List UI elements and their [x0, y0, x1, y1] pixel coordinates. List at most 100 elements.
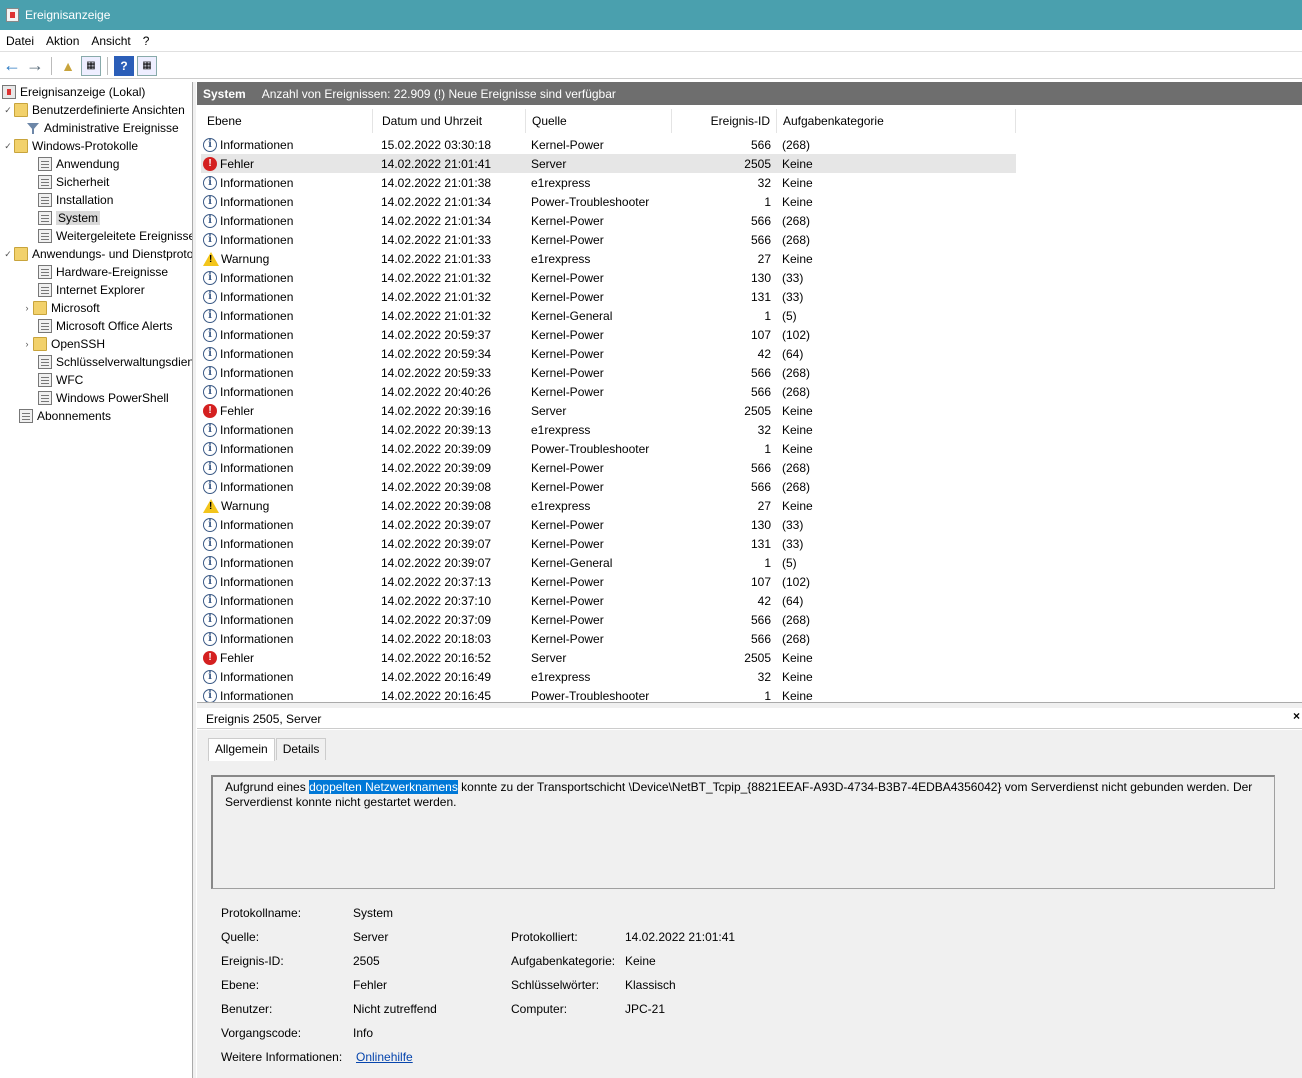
column-header-category[interactable]: Aufgabenkategorie [777, 109, 1016, 133]
back-arrow-icon[interactable]: ← [2, 55, 22, 76]
column-header-date[interactable]: Datum und Uhrzeit [376, 109, 526, 133]
tree-item-application[interactable]: Anwendung [38, 155, 119, 173]
forward-arrow-icon[interactable]: → [25, 55, 45, 76]
cell-level: i Informationen [203, 439, 373, 458]
cell-level: i Informationen [203, 135, 373, 154]
tree-item-admin-events[interactable]: Administrative Ereignisse [26, 119, 179, 137]
main-content: System Anzahl von Ereignissen: 22.909 (!… [197, 82, 1302, 1078]
table-row[interactable]: i Informationen 14.02.2022 20:39:07 Kernel-… [201, 515, 1016, 534]
table-row[interactable]: i Informationen 14.02.2022 21:01:32 Kernel-… [201, 268, 1016, 287]
table-row[interactable]: i Informationen 15.02.2022 03:30:18 Kernel-… [201, 135, 1016, 154]
menu-aktion[interactable]: Aktion [40, 34, 85, 48]
table-row[interactable]: i Informationen 14.02.2022 20:16:49 e1rexpr… [201, 667, 1016, 686]
tree-item-forwarded[interactable]: Weitergeleitete Ereignisse [38, 227, 192, 245]
folder-icon [33, 337, 47, 351]
help-icon[interactable]: ? [114, 55, 134, 76]
close-icon[interactable]: × [1293, 709, 1300, 723]
horizontal-splitter[interactable] [197, 702, 1302, 708]
table-row[interactable]: i Informationen 14.02.2022 20:59:34 Kernel-… [201, 344, 1016, 363]
table-row[interactable]: i Informationen 14.02.2022 21:01:33 Kernel-… [201, 230, 1016, 249]
table-row[interactable]: i Informationen 14.02.2022 21:01:34 Kernel-… [201, 211, 1016, 230]
cell-category: Keine [782, 251, 813, 266]
column-header-source[interactable]: Quelle [526, 109, 672, 133]
cell-date: 14.02.2022 20:16:52 [381, 650, 492, 665]
table-row[interactable]: ! Fehler 14.02.2022 20:16:52 Server 2505 Kein… [201, 648, 1016, 667]
table-row[interactable]: Warnung 14.02.2022 20:39:08 e1rexpress 27 Ke… [201, 496, 1016, 515]
tree-item-setup[interactable]: Installation [38, 191, 113, 209]
cell-category: Keine [782, 403, 813, 418]
tab-general[interactable]: Allgemein [208, 738, 275, 761]
table-row[interactable]: i Informationen 14.02.2022 20:40:26 Kernel-… [201, 382, 1016, 401]
column-header-event-id[interactable]: Ereignis-ID [672, 109, 777, 133]
table-row[interactable]: i Informationen 14.02.2022 20:39:08 Kernel-… [201, 477, 1016, 496]
table-row[interactable]: i Informationen 14.02.2022 20:39:09 Kernel-… [201, 458, 1016, 477]
tree-item-root[interactable]: Ereignisanzeige (Lokal) [2, 83, 145, 101]
column-header-level[interactable]: Ebene [201, 109, 373, 133]
table-row[interactable]: i Informationen 14.02.2022 20:39:09 Power-T… [201, 439, 1016, 458]
tree-item-subscriptions[interactable]: Abonnements [19, 407, 111, 425]
value-computer: JPC-21 [625, 1002, 666, 1016]
table-row[interactable]: ! Fehler 14.02.2022 20:39:16 Server 2505 Kein… [201, 401, 1016, 420]
level-text: Informationen [220, 422, 294, 437]
toolbar: ← → ▲ ▦ ? ▦ [0, 53, 1302, 79]
tree-item-custom-views[interactable]: ✓ Benutzerdefinierte Ansichten [2, 101, 185, 119]
table-row[interactable]: i Informationen 14.02.2022 21:01:38 e1rexpr… [201, 173, 1016, 192]
level-text: Informationen [220, 213, 294, 228]
table-row[interactable]: i Informationen 14.02.2022 20:59:37 Kernel-… [201, 325, 1016, 344]
menu-datei[interactable]: Datei [0, 34, 40, 48]
table-row[interactable]: i Informationen 14.02.2022 20:37:09 Kernel-… [201, 610, 1016, 629]
table-row[interactable]: i Informationen 14.02.2022 20:39:13 e1rexpr… [201, 420, 1016, 439]
table-row[interactable]: i Informationen 14.02.2022 20:37:13 Kernel-… [201, 572, 1016, 591]
cell-source: Kernel-Power [531, 365, 604, 380]
info-icon: i [203, 289, 217, 304]
cell-source: Kernel-Power [531, 631, 604, 646]
table-row[interactable]: i Informationen 14.02.2022 21:01:34 Power-T… [201, 192, 1016, 211]
tree-item-internet-explorer[interactable]: Internet Explorer [38, 281, 145, 299]
table-row[interactable]: Warnung 14.02.2022 21:01:33 e1rexpress 27 Ke… [201, 249, 1016, 268]
tree-item-office-alerts[interactable]: Microsoft Office Alerts [38, 317, 172, 335]
value-opcode: Info [353, 1026, 374, 1040]
tree-item-microsoft[interactable]: › Microsoft [21, 299, 100, 317]
table-row[interactable]: i Informationen 14.02.2022 20:39:07 Kernel-… [201, 553, 1016, 572]
cell-date: 14.02.2022 20:39:09 [381, 441, 492, 456]
table-row[interactable]: i Informationen 14.02.2022 21:01:32 Kernel-… [201, 306, 1016, 325]
level-text: Informationen [220, 479, 294, 494]
cell-category: (268) [782, 631, 811, 646]
table-row[interactable]: i Informationen 14.02.2022 20:16:45 Power-T… [201, 686, 1016, 702]
table-row[interactable]: i Informationen 14.02.2022 20:18:03 Kernel-… [201, 629, 1016, 648]
tree-item-powershell[interactable]: Windows PowerShell [38, 389, 169, 407]
collapse-arrow-icon[interactable]: ✓ [2, 105, 14, 116]
tree-item-openssh[interactable]: › OpenSSH [21, 335, 105, 353]
cell-source: Kernel-Power [531, 137, 604, 152]
tree-item-security[interactable]: Sicherheit [38, 173, 109, 191]
cell-level: i Informationen [203, 420, 373, 439]
vertical-splitter[interactable] [192, 82, 196, 1078]
tree-item-windows-logs[interactable]: ✓ Windows-Protokolle [2, 137, 138, 155]
collapse-arrow-icon[interactable]: ✓ [2, 249, 14, 260]
expand-arrow-icon[interactable]: › [21, 303, 33, 313]
level-text: Informationen [220, 612, 294, 627]
show-hide-action-pane-icon[interactable]: ▦ [137, 55, 157, 76]
cell-event-id: 566 [750, 384, 771, 399]
show-hide-tree-icon[interactable]: ▦ [81, 55, 101, 76]
tree-item-hardware[interactable]: Hardware-Ereignisse [38, 263, 168, 281]
cell-date: 14.02.2022 20:39:07 [381, 536, 492, 551]
up-folder-icon[interactable]: ▲ [58, 56, 78, 76]
table-row[interactable]: i Informationen 14.02.2022 20:39:07 Kernel-… [201, 534, 1016, 553]
event-message[interactable]: Aufgrund eines doppelten Netzwerknamens … [211, 775, 1275, 889]
tree-item-key-management[interactable]: Schlüsselverwaltungsdienst [38, 353, 192, 371]
menu-ansicht[interactable]: Ansicht [85, 34, 136, 48]
collapse-arrow-icon[interactable]: ✓ [2, 141, 14, 152]
expand-arrow-icon[interactable]: › [21, 339, 33, 349]
tab-details[interactable]: Details [275, 738, 327, 760]
table-row[interactable]: ! Fehler 14.02.2022 21:01:41 Server 2505 Kein… [201, 154, 1016, 173]
table-row[interactable]: i Informationen 14.02.2022 20:37:10 Kernel-… [201, 591, 1016, 610]
menu-help[interactable]: ? [137, 34, 156, 48]
table-row[interactable]: i Informationen 14.02.2022 21:01:32 Kernel-… [201, 287, 1016, 306]
table-row[interactable]: i Informationen 14.02.2022 20:59:33 Kernel-… [201, 363, 1016, 382]
tree-item-system[interactable]: System [38, 209, 101, 227]
tree-item-wfc[interactable]: WFC [38, 371, 83, 389]
log-header-bar: System Anzahl von Ereignissen: 22.909 (!… [197, 82, 1302, 105]
tree-item-app-services[interactable]: ✓ Anwendungs- und Dienstprotokolle [2, 245, 192, 263]
online-help-link[interactable]: Onlinehilfe [356, 1050, 413, 1064]
